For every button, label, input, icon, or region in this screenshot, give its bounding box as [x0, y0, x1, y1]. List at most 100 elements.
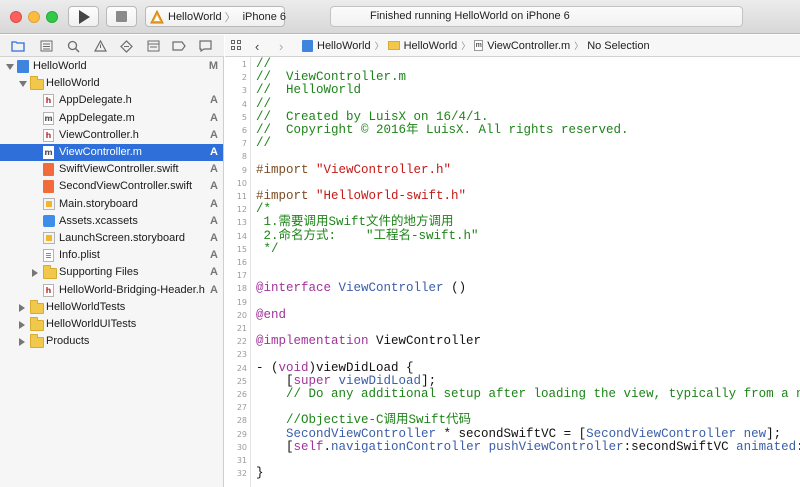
navigator-file-row[interactable]: Info.plist A [0, 247, 223, 264]
navigator-file-row[interactable]: h ViewController.h A [0, 127, 223, 144]
navigator-group-row[interactable]: HelloWorldTests [0, 299, 223, 316]
line-number: 30 [236, 442, 247, 452]
navigator-item-label: ViewController.h [59, 128, 139, 141]
breadcrumb: HelloWorld 〉 HelloWorld 〉 m ViewController.m 〉… [302, 39, 650, 52]
disclosure-open-icon[interactable] [19, 80, 27, 88]
navigator-group-row[interactable]: HelloWorld [0, 75, 223, 92]
code-token: */ [256, 241, 279, 256]
search-icon[interactable] [65, 38, 81, 54]
line-number: 12 [236, 205, 247, 215]
line-number: 22 [236, 337, 247, 347]
line-number: 26 [236, 390, 247, 399]
plist-file-icon [43, 249, 54, 263]
breadcrumb-item[interactable]: HelloWorld [302, 39, 371, 52]
navigator-file-row[interactable]: h HelloWorld-Bridging-Header.h A [0, 282, 223, 299]
report-icon[interactable] [197, 38, 213, 54]
line-number: 4 [241, 99, 247, 109]
line-number: 8 [241, 152, 247, 162]
navigator-file-row[interactable]: SwiftViewController.swift A [0, 161, 223, 178]
disclosure-closed-icon[interactable] [19, 338, 27, 347]
code-token: ]; [766, 426, 782, 441]
navigator-file-row[interactable]: m AppDelegate.m A [0, 110, 223, 127]
code-token: } [256, 466, 264, 481]
breadcrumb-item[interactable]: No Selection [587, 40, 649, 52]
window-zoom-button[interactable] [46, 11, 58, 23]
folder-icon[interactable] [10, 38, 26, 54]
scheme-selector[interactable]: HelloWorld 〉 iPhone 6 [145, 6, 286, 27]
navigator-group-row[interactable]: HelloWorldUITests [0, 316, 223, 333]
code-token: // Created by LuisX on 16/4/1. [256, 109, 489, 124]
related-items-icon[interactable] [231, 40, 242, 51]
breakpoint-icon[interactable] [171, 38, 187, 54]
navigator-item-label: SecondViewController.swift [59, 180, 193, 193]
line-number: 11 [236, 192, 247, 201]
debug-icon[interactable] [145, 38, 161, 54]
code-token: ]; [421, 373, 437, 388]
disclosure-closed-icon[interactable] [19, 303, 27, 312]
code-text: // Copyright © 2016年 LuisX. All rights r… [256, 123, 629, 137]
scm-status-badge: A [210, 128, 218, 141]
navigator-file-row[interactable]: Assets.xcassets A [0, 213, 223, 230]
disclosure-open-icon[interactable] [6, 63, 14, 71]
disclosure-closed-icon[interactable] [19, 321, 27, 329]
code-token: SecondViewController [286, 426, 437, 441]
navigator-group-row[interactable]: Supporting Files A [0, 264, 223, 281]
line-number: 1 [241, 60, 247, 69]
code-token: 1.需要调用Swift文件的地方调用 [256, 215, 454, 230]
code-line: 5 // Created by LuisX on 16/4/1. [225, 109, 800, 124]
navigator-file-row[interactable]: Main.storyboard A [0, 196, 223, 213]
code-line: 7 // [225, 137, 800, 150]
code-text: @implementation ViewController [256, 335, 481, 348]
breadcrumb-label: HelloWorld [403, 39, 458, 52]
breadcrumb-label: ViewController.m [487, 39, 571, 52]
code-token: - ( [256, 360, 279, 375]
navigator-file-row[interactable]: h AppDelegate.h A [0, 92, 223, 109]
navigator-file-row[interactable]: SecondViewController.swift A [0, 178, 223, 195]
line-number: 15 [236, 244, 247, 254]
breadcrumb-item[interactable]: HelloWorld [387, 39, 458, 52]
breadcrumb-separator-icon: 〉 [461, 41, 471, 51]
run-button[interactable] [68, 6, 99, 27]
navigator-file-row[interactable]: m ViewController.m A [0, 144, 223, 161]
window-minimize-button[interactable] [28, 11, 40, 23]
navigator-group-row[interactable]: HelloWorld M [0, 58, 223, 75]
code-token: "ViewController.h" [316, 162, 452, 177]
code-token: navigationController [331, 439, 482, 454]
navigator-file-row[interactable]: LaunchScreen.storyboard A [0, 230, 223, 247]
forward-chevron-icon[interactable]: › [279, 39, 283, 54]
navigator-item-label: AppDelegate.h [59, 94, 132, 107]
code-text: @interface ViewController () [256, 282, 466, 295]
code-token: @implementation [256, 334, 369, 349]
line-number: 13 [236, 218, 247, 228]
code-token: // [256, 136, 272, 151]
breadcrumb-separator-icon: 〉 [374, 41, 384, 51]
back-chevron-icon[interactable]: ‹ [255, 39, 259, 54]
test-diamond-icon[interactable] [118, 38, 134, 54]
breadcrumb-item[interactable]: m ViewController.m [474, 40, 570, 52]
stop-button[interactable] [106, 6, 137, 27]
code-line: 11 #import "HelloWorld-swift.h" [225, 189, 800, 203]
line-number: 9 [241, 165, 247, 175]
navigator-item-label: HelloWorld [46, 77, 100, 90]
navigator-item-label: LaunchScreen.storyboard [59, 232, 185, 244]
navigator-group-row[interactable]: Products [0, 333, 223, 350]
source-editor[interactable]: 1 // 2 // ViewController.m 3 // HelloWorld 4 //… [225, 57, 800, 487]
breadcrumb-label: HelloWorld [317, 39, 371, 52]
code-text: // HelloWorld [256, 84, 361, 97]
code-line: 15 */ [225, 241, 800, 256]
folder-icon [387, 41, 400, 50]
code-text: // [256, 137, 271, 150]
warning-icon[interactable] [92, 38, 108, 54]
header-file-icon: h [43, 94, 54, 108]
scheme-chevron-icon: 〉 [224, 11, 236, 24]
window-close-button[interactable] [10, 11, 22, 23]
scm-status-badge: A [210, 249, 218, 262]
disclosure-closed-icon[interactable] [32, 269, 40, 278]
objc-file-icon: m [43, 146, 54, 159]
code-token: #import [256, 162, 317, 177]
editor-jump-bar: ‹ › HelloWorld 〉 HelloWorld 〉 m ViewControlle… [225, 35, 800, 57]
code-line: 18 @interface ViewController () [225, 282, 800, 295]
hierarchy-icon[interactable] [38, 38, 54, 54]
code-line: 17 [225, 269, 800, 282]
